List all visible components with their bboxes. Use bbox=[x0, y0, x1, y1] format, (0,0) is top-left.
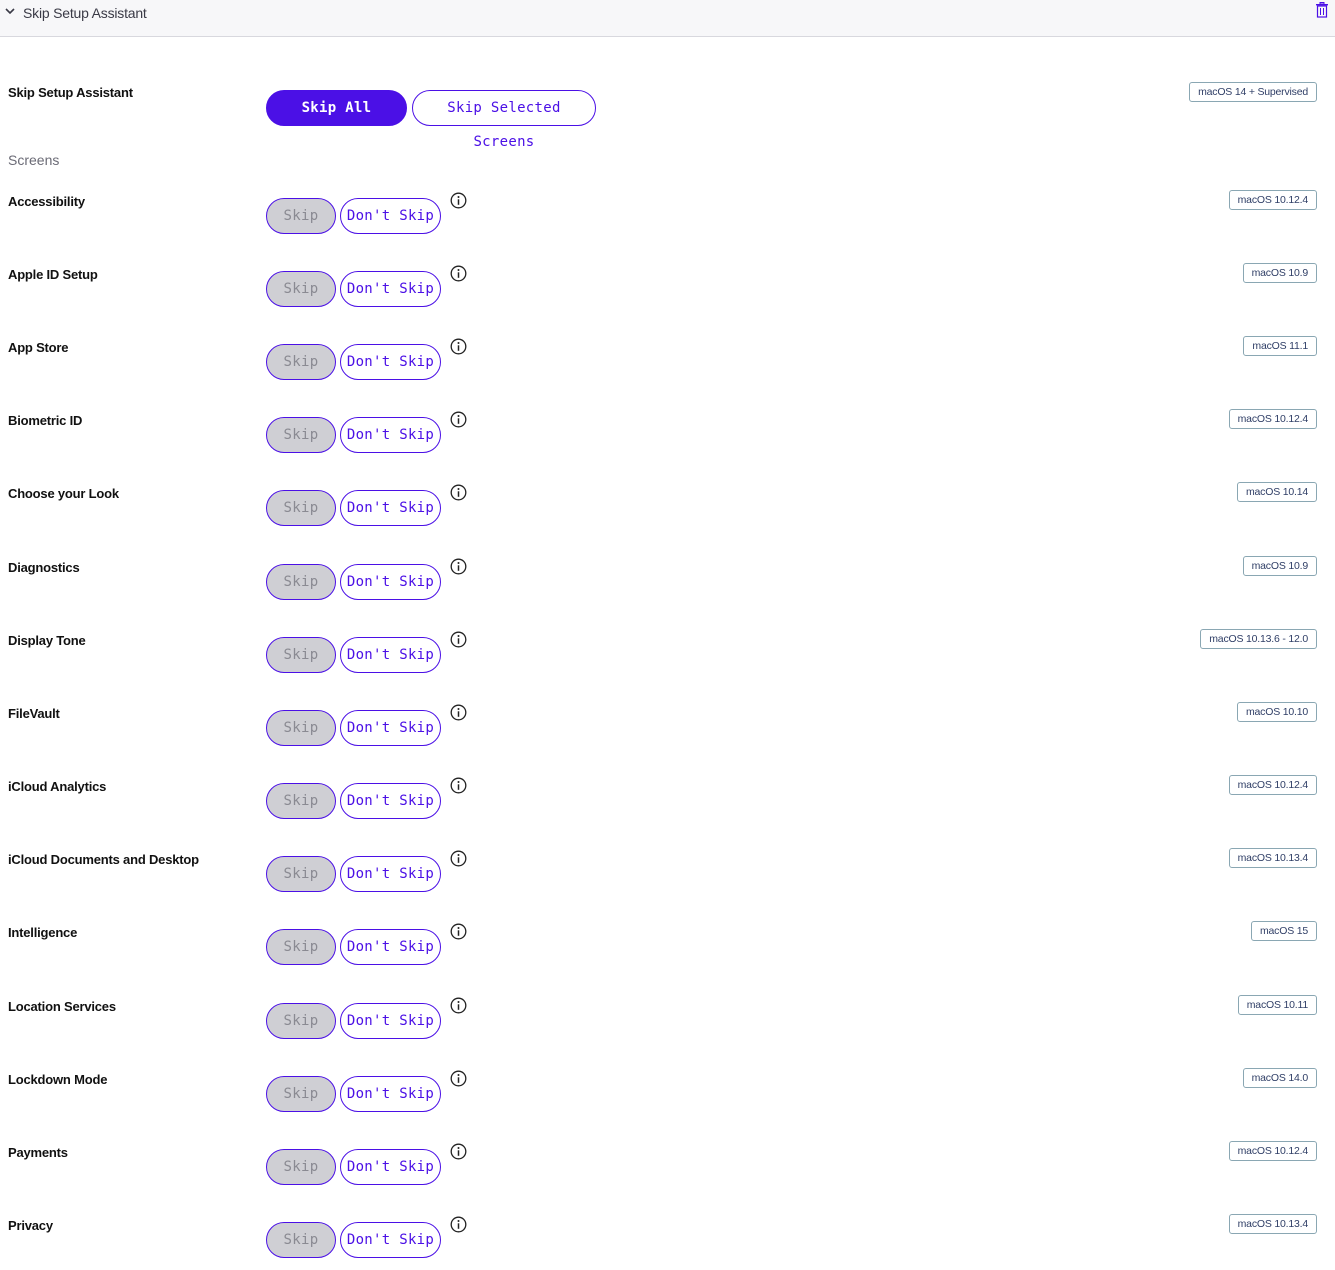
info-icon[interactable] bbox=[450, 484, 467, 501]
screen-label-app-store: App Store bbox=[8, 340, 69, 355]
dont-skip-button-icloud-documents-and-desktop[interactable]: Don't Skip bbox=[340, 856, 441, 892]
info-icon[interactable] bbox=[450, 558, 467, 575]
screen-label-privacy: Privacy bbox=[8, 1218, 53, 1233]
screen-label-location-services: Location Services bbox=[8, 999, 116, 1014]
skip-button-intelligence[interactable]: Skip bbox=[266, 929, 336, 965]
skip-button-filevault[interactable]: Skip bbox=[266, 710, 336, 746]
screen-label-biometric-id: Biometric ID bbox=[8, 413, 83, 428]
os-version-badge: macOS 10.14 bbox=[1237, 482, 1317, 502]
info-icon[interactable] bbox=[450, 1070, 467, 1087]
dont-skip-button-location-services[interactable]: Don't Skip bbox=[340, 1003, 441, 1039]
skip-setup-assistant-label: Skip Setup Assistant bbox=[8, 85, 133, 100]
skip-button-biometric-id[interactable]: Skip bbox=[266, 417, 336, 453]
screen-label-choose-your-look: Choose your Look bbox=[8, 486, 119, 501]
info-icon[interactable] bbox=[450, 338, 467, 355]
info-icon[interactable] bbox=[450, 777, 467, 794]
info-icon[interactable] bbox=[450, 1216, 467, 1233]
os-version-badge: macOS 10.12.4 bbox=[1228, 775, 1317, 795]
dont-skip-button-filevault[interactable]: Don't Skip bbox=[340, 710, 441, 746]
os-version-badge: macOS 15 bbox=[1250, 921, 1317, 941]
screen-label-icloud-analytics: iCloud Analytics bbox=[8, 779, 107, 794]
trash-icon[interactable] bbox=[1315, 2, 1329, 18]
os-version-badge: macOS 10.11 bbox=[1237, 995, 1317, 1015]
screen-label-icloud-documents-and-desktop: iCloud Documents and Desktop bbox=[8, 852, 199, 867]
screen-label-filevault: FileVault bbox=[8, 706, 60, 721]
os-version-badge: macOS 10.10 bbox=[1237, 702, 1317, 722]
info-icon[interactable] bbox=[450, 192, 467, 209]
skip-button-app-store[interactable]: Skip bbox=[266, 344, 336, 380]
skip-button-location-services[interactable]: Skip bbox=[266, 1003, 336, 1039]
skip-button-privacy[interactable]: Skip bbox=[266, 1222, 336, 1258]
skip-button-icloud-documents-and-desktop[interactable]: Skip bbox=[266, 856, 336, 892]
os-version-badge: macOS 10.12.4 bbox=[1228, 190, 1317, 210]
dont-skip-button-diagnostics[interactable]: Don't Skip bbox=[340, 564, 441, 600]
skip-button-lockdown-mode[interactable]: Skip bbox=[266, 1076, 336, 1112]
skip-button-display-tone[interactable]: Skip bbox=[266, 637, 336, 673]
dont-skip-button-icloud-analytics[interactable]: Don't Skip bbox=[340, 783, 441, 819]
info-icon[interactable] bbox=[450, 923, 467, 940]
os-version-badge: macOS 11.1 bbox=[1243, 336, 1317, 356]
info-icon[interactable] bbox=[450, 411, 467, 428]
skip-button-icloud-analytics[interactable]: Skip bbox=[266, 783, 336, 819]
skip-selected-screens-button[interactable]: Skip Selected Screens bbox=[412, 90, 596, 150]
section-header[interactable]: Skip Setup Assistant bbox=[0, 0, 1335, 37]
dont-skip-button-apple-id-setup[interactable]: Don't Skip bbox=[340, 271, 441, 307]
screen-label-display-tone: Display Tone bbox=[8, 633, 86, 648]
os-version-badge: macOS 14 + Supervised bbox=[1189, 82, 1317, 102]
dont-skip-button-lockdown-mode[interactable]: Don't Skip bbox=[340, 1076, 441, 1112]
dont-skip-button-privacy[interactable]: Don't Skip bbox=[340, 1222, 441, 1258]
screen-label-lockdown-mode: Lockdown Mode bbox=[8, 1072, 108, 1087]
chevron-down-icon[interactable] bbox=[4, 5, 16, 17]
os-version-badge: macOS 14.0 bbox=[1242, 1068, 1317, 1088]
info-icon[interactable] bbox=[450, 265, 467, 282]
dont-skip-button-app-store[interactable]: Don't Skip bbox=[340, 344, 441, 380]
skip-button-apple-id-setup[interactable]: Skip bbox=[266, 271, 336, 307]
dont-skip-button-intelligence[interactable]: Don't Skip bbox=[340, 929, 441, 965]
dont-skip-button-display-tone[interactable]: Don't Skip bbox=[340, 637, 441, 673]
screen-label-payments: Payments bbox=[8, 1145, 68, 1160]
os-version-badge: macOS 10.13.6 - 12.0 bbox=[1200, 629, 1317, 649]
skip-button-accessibility[interactable]: Skip bbox=[266, 198, 336, 234]
section-title: Skip Setup Assistant bbox=[23, 5, 147, 21]
skip-button-payments[interactable]: Skip bbox=[266, 1149, 336, 1185]
screen-label-intelligence: Intelligence bbox=[8, 925, 78, 940]
os-version-badge: macOS 10.12.4 bbox=[1228, 1141, 1317, 1161]
screen-label-accessibility: Accessibility bbox=[8, 194, 85, 209]
info-icon[interactable] bbox=[450, 1143, 467, 1160]
os-version-badge: macOS 10.9 bbox=[1242, 556, 1317, 576]
skip-all-screens-button[interactable]: Skip All Screens bbox=[266, 90, 407, 150]
dont-skip-button-biometric-id[interactable]: Don't Skip bbox=[340, 417, 441, 453]
info-icon[interactable] bbox=[450, 850, 467, 867]
info-icon[interactable] bbox=[450, 997, 467, 1014]
screen-label-diagnostics: Diagnostics bbox=[8, 560, 80, 575]
os-version-badge: macOS 10.12.4 bbox=[1228, 409, 1317, 429]
screens-section-label: Screens bbox=[8, 152, 60, 168]
dont-skip-button-choose-your-look[interactable]: Don't Skip bbox=[340, 490, 441, 526]
skip-button-choose-your-look[interactable]: Skip bbox=[266, 490, 336, 526]
info-icon[interactable] bbox=[450, 631, 467, 648]
os-version-badge: macOS 10.13.4 bbox=[1228, 1214, 1317, 1234]
skip-button-diagnostics[interactable]: Skip bbox=[266, 564, 336, 600]
screen-label-apple-id-setup: Apple ID Setup bbox=[8, 267, 98, 282]
dont-skip-button-accessibility[interactable]: Don't Skip bbox=[340, 198, 441, 234]
os-version-badge: macOS 10.13.4 bbox=[1228, 848, 1317, 868]
info-icon[interactable] bbox=[450, 704, 467, 721]
dont-skip-button-payments[interactable]: Don't Skip bbox=[340, 1149, 441, 1185]
os-version-badge: macOS 10.9 bbox=[1242, 263, 1317, 283]
